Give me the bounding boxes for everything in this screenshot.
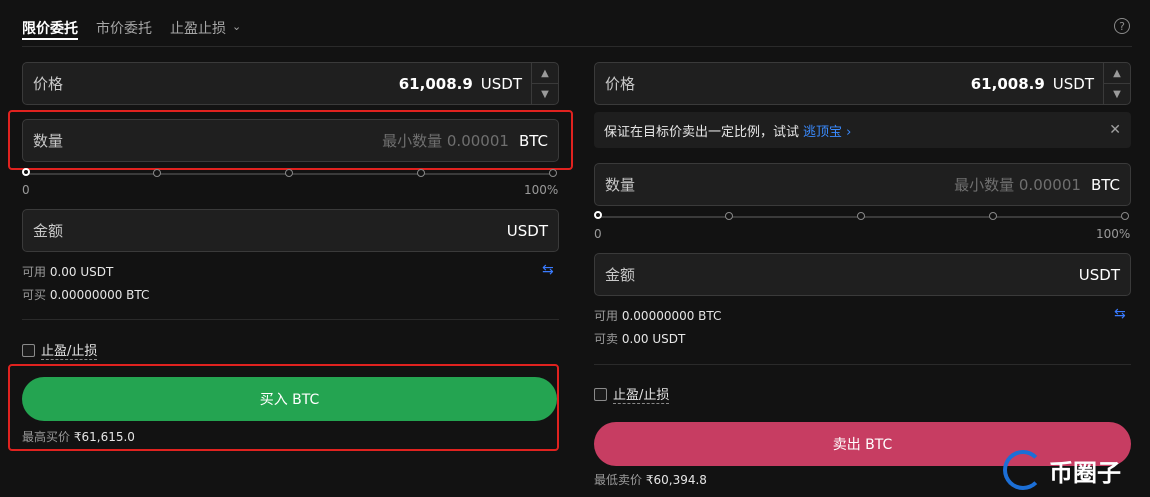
sell-best-value: ₹60,394.8 xyxy=(645,473,707,487)
sell-notice-text: 保证在目标价卖出一定比例，试试 xyxy=(604,124,800,140)
sell-best-price: 最低卖价 ₹60,394.8 xyxy=(594,471,707,488)
slider-step-25[interactable] xyxy=(153,169,161,177)
help-icon[interactable]: ? xyxy=(1114,18,1130,34)
sell-price-label: 价格 xyxy=(605,75,636,93)
slider-step-50[interactable] xyxy=(857,212,865,220)
sell-notice-banner: 保证在目标价卖出一定比例，试试 逃顶宝 › ✕ xyxy=(594,112,1131,148)
chevron-up-icon[interactable]: ▲ xyxy=(532,63,558,84)
chevron-down-icon: ⌄ xyxy=(232,20,242,33)
buy-qty-placeholder: 最小数量 0.00001 xyxy=(382,132,509,150)
sell-divider xyxy=(594,364,1131,365)
sell-tpsl-checkbox[interactable]: 止盈/止损 xyxy=(594,384,670,404)
sell-price-unit: USDT xyxy=(1052,74,1094,93)
sell-amount-label: 金额 xyxy=(605,266,636,284)
sell-amount-input[interactable]: 金额 USDT xyxy=(594,253,1131,296)
buy-price-value: 61,008.9 xyxy=(398,74,473,93)
sell-amount-unit: USDT xyxy=(1078,265,1120,284)
sell-slider-min: 0 xyxy=(594,227,602,241)
sell-qty-unit: BTC xyxy=(1090,175,1120,194)
sell-price-stepper[interactable]: ▲ ▼ xyxy=(1103,63,1130,104)
transfer-icon[interactable]: ⇆ xyxy=(1114,306,1126,322)
sell-slider-max: 100% xyxy=(1096,227,1131,241)
slider-step-75[interactable] xyxy=(989,212,997,220)
buy-slider-max: 100% xyxy=(524,183,559,197)
transfer-icon[interactable]: ⇆ xyxy=(542,262,554,278)
buy-qty-slider[interactable] xyxy=(22,168,559,180)
buy-slider-min: 0 xyxy=(22,183,30,197)
sell-can-sell: 可卖 0.00 USDT xyxy=(594,330,685,347)
sell-can-sell-label: 可卖 xyxy=(594,332,619,346)
tab-limit-order[interactable]: 限价委托 xyxy=(22,14,78,40)
buy-price-unit: USDT xyxy=(480,74,522,93)
sell-available-label: 可用 xyxy=(594,309,619,323)
sell-price-value: 61,008.9 xyxy=(970,74,1045,93)
slider-handle[interactable] xyxy=(22,168,30,176)
slider-step-100[interactable] xyxy=(1121,212,1129,220)
buy-qty-label: 数量 xyxy=(33,132,64,150)
buy-amount-unit: USDT xyxy=(506,221,548,240)
slider-step-75[interactable] xyxy=(417,169,425,177)
watermark-text: 币圈子 xyxy=(1049,458,1121,487)
tab-divider xyxy=(22,46,1132,47)
checkbox-icon[interactable] xyxy=(22,343,35,357)
buy-amount-input[interactable]: 金额 USDT xyxy=(22,209,559,252)
sell-best-label: 最低卖价 xyxy=(594,473,643,487)
slider-step-25[interactable] xyxy=(725,212,733,220)
sell-price-input[interactable]: 价格 61,008.9 USDT ▲ ▼ xyxy=(594,62,1131,105)
sell-notice-link[interactable]: 逃顶宝 › xyxy=(803,121,851,140)
buy-qty-input[interactable]: 数量 最小数量 0.00001 BTC xyxy=(22,119,559,162)
buy-qty-unit: BTC xyxy=(518,131,548,150)
sell-available: 可用 0.00000000 BTC xyxy=(594,307,721,324)
buy-can-buy: 可买 0.00000000 BTC xyxy=(22,286,149,303)
buy-btc-button[interactable]: 买入 BTC xyxy=(22,377,557,421)
close-icon[interactable]: ✕ xyxy=(1109,122,1121,138)
buy-best-price: 最高买价 ₹61,615.0 xyxy=(22,428,135,445)
tab-tpsl-label: 止盈止损 xyxy=(170,21,226,37)
watermark-logo-icon xyxy=(1003,450,1043,490)
chevron-down-icon[interactable]: ▼ xyxy=(1104,84,1130,104)
buy-tpsl-label: 止盈/止损 xyxy=(41,340,98,360)
buy-price-label: 价格 xyxy=(33,75,64,93)
tab-tpsl[interactable]: 止盈止损 ⌄ xyxy=(170,14,241,48)
buy-amount-label: 金额 xyxy=(33,222,64,240)
sell-qty-label: 数量 xyxy=(605,176,636,194)
sell-can-sell-value: 0.00 USDT xyxy=(621,332,686,346)
buy-divider xyxy=(22,319,559,320)
buy-available-value: 0.00 USDT xyxy=(49,265,114,279)
checkbox-icon[interactable] xyxy=(594,387,607,401)
buy-can-buy-value: 0.00000000 BTC xyxy=(49,288,150,302)
buy-can-buy-label: 可买 xyxy=(22,288,47,302)
buy-price-input[interactable]: 价格 61,008.9 USDT ▲ ▼ xyxy=(22,62,559,105)
buy-tpsl-checkbox[interactable]: 止盈/止损 xyxy=(22,340,98,360)
sell-qty-placeholder: 最小数量 0.00001 xyxy=(954,176,1081,194)
chevron-down-icon[interactable]: ▼ xyxy=(532,84,558,104)
slider-handle[interactable] xyxy=(594,211,602,219)
order-type-tabs: 限价委托 市价委托 止盈止损 ⌄ xyxy=(22,14,241,48)
watermark: 币圈子 xyxy=(1003,450,1121,490)
tab-market-order[interactable]: 市价委托 xyxy=(96,14,152,48)
slider-step-50[interactable] xyxy=(285,169,293,177)
buy-available-label: 可用 xyxy=(22,265,47,279)
sell-tpsl-label: 止盈/止损 xyxy=(613,384,670,404)
buy-best-value: ₹61,615.0 xyxy=(73,430,135,444)
slider-step-100[interactable] xyxy=(549,169,557,177)
buy-best-label: 最高买价 xyxy=(22,430,71,444)
sell-available-value: 0.00000000 BTC xyxy=(621,309,722,323)
sell-qty-input[interactable]: 数量 最小数量 0.00001 BTC xyxy=(594,163,1131,206)
sell-qty-slider[interactable] xyxy=(594,211,1131,223)
buy-available: 可用 0.00 USDT xyxy=(22,263,113,280)
buy-price-stepper[interactable]: ▲ ▼ xyxy=(531,63,558,104)
chevron-up-icon[interactable]: ▲ xyxy=(1104,63,1130,84)
